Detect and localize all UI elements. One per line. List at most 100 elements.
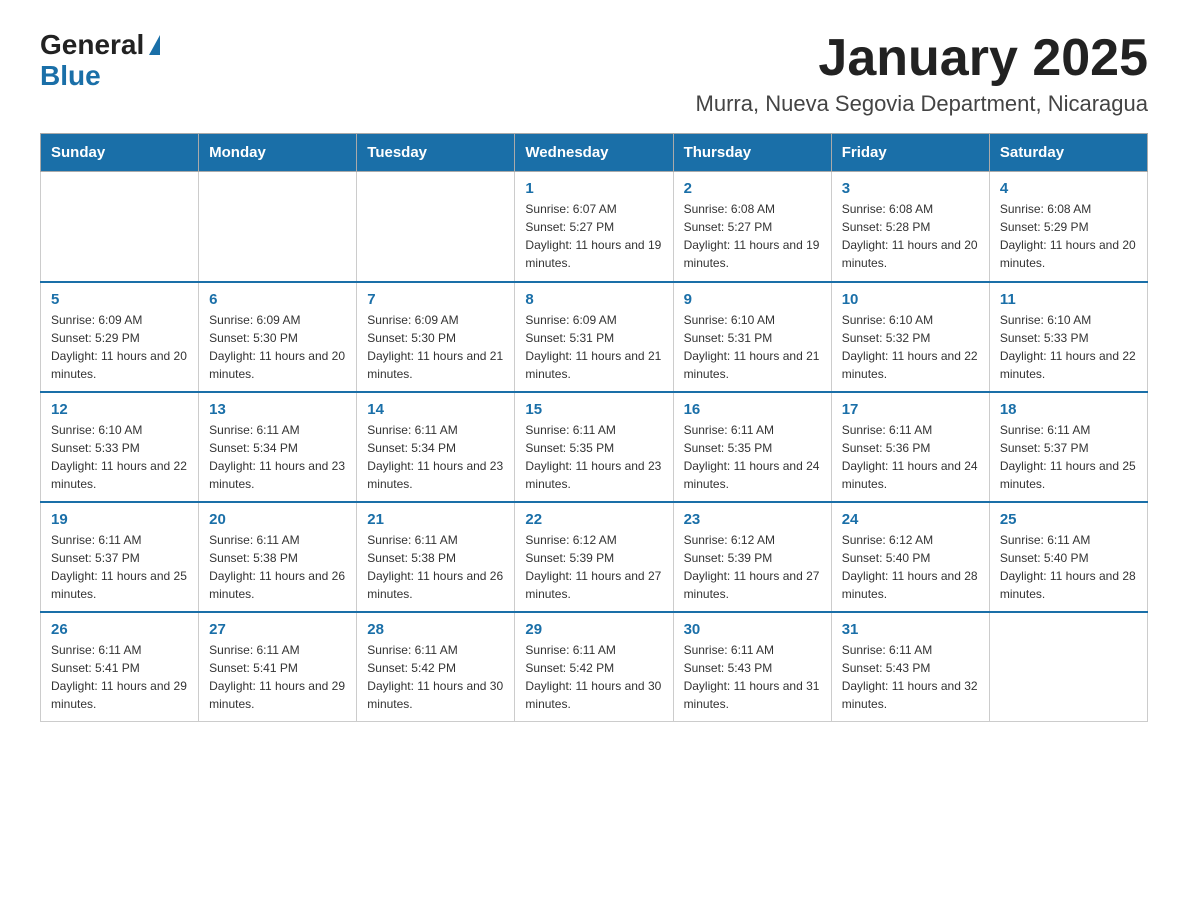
day-info: Sunrise: 6:10 AM Sunset: 5:33 PM Dayligh… [1000, 311, 1137, 383]
calendar-cell: 22 Sunrise: 6:12 AM Sunset: 5:39 PM Dayli… [515, 502, 673, 612]
day-info: Sunrise: 6:11 AM Sunset: 5:43 PM Dayligh… [684, 641, 821, 713]
day-info: Sunrise: 6:11 AM Sunset: 5:34 PM Dayligh… [367, 421, 504, 493]
calendar-week-row: 26Sunrise: 6:11 AM Sunset: 5:41 PM Dayli… [41, 612, 1148, 722]
logo-blue-text: Blue [40, 60, 101, 91]
calendar-cell: 2Sunrise: 6:08 AM Sunset: 5:27 PM Daylig… [673, 172, 831, 282]
day-number: 1 [525, 180, 662, 197]
day-number: 7 [367, 291, 504, 308]
calendar-cell: 1 Sunrise: 6:07 AM Sunset: 5:27 PM Daylig… [515, 172, 673, 282]
calendar-cell: 11 Sunrise: 6:10 AM Sunset: 5:33 PM Dayli… [989, 282, 1147, 392]
day-number: 18 [1000, 401, 1137, 418]
day-number: 30 [684, 621, 821, 638]
day-info: Sunrise: 6:11 AM Sunset: 5:37 PM Dayligh… [51, 531, 188, 603]
calendar-header: SundayMondayTuesdayWednesdayThursdayFrid… [41, 134, 1148, 172]
calendar-cell: 19 Sunrise: 6:11 AM Sunset: 5:37 PM Dayli… [41, 502, 199, 612]
day-info: Sunrise: 6:08 AM Sunset: 5:29 PM Dayligh… [1000, 200, 1137, 272]
calendar-cell: 15Sunrise: 6:11 AM Sunset: 5:35 PM Dayli… [515, 392, 673, 502]
calendar-cell [357, 172, 515, 282]
calendar-cell: 21 Sunrise: 6:11 AM Sunset: 5:38 PM Dayli… [357, 502, 515, 612]
weekday-header-sunday: Sunday [41, 134, 199, 172]
weekday-header-tuesday: Tuesday [357, 134, 515, 172]
day-number: 31 [842, 621, 979, 638]
weekday-header-friday: Friday [831, 134, 989, 172]
day-info: Sunrise: 6:11 AM Sunset: 5:34 PM Dayligh… [209, 421, 346, 493]
day-number: 8 [525, 291, 662, 308]
calendar-cell: 20 Sunrise: 6:11 AM Sunset: 5:38 PM Dayli… [199, 502, 357, 612]
calendar-cell: 4 Sunrise: 6:08 AM Sunset: 5:29 PM Daylig… [989, 172, 1147, 282]
calendar-cell: 29 Sunrise: 6:11 AM Sunset: 5:42 PM Dayli… [515, 612, 673, 722]
day-number: 9 [684, 291, 821, 308]
day-number: 13 [209, 401, 346, 418]
day-number: 14 [367, 401, 504, 418]
calendar-cell: 6 Sunrise: 6:09 AM Sunset: 5:30 PM Daylig… [199, 282, 357, 392]
day-info: Sunrise: 6:11 AM Sunset: 5:38 PM Dayligh… [367, 531, 504, 603]
day-number: 15 [525, 401, 662, 418]
day-number: 10 [842, 291, 979, 308]
day-number: 27 [209, 621, 346, 638]
day-info: Sunrise: 6:09 AM Sunset: 5:29 PM Dayligh… [51, 311, 188, 383]
calendar-week-row: 5 Sunrise: 6:09 AM Sunset: 5:29 PM Daylig… [41, 282, 1148, 392]
day-info: Sunrise: 6:11 AM Sunset: 5:37 PM Dayligh… [1000, 421, 1137, 493]
day-info: Sunrise: 6:11 AM Sunset: 5:42 PM Dayligh… [525, 641, 662, 713]
calendar-cell: 23Sunrise: 6:12 AM Sunset: 5:39 PM Dayli… [673, 502, 831, 612]
day-info: Sunrise: 6:11 AM Sunset: 5:41 PM Dayligh… [51, 641, 188, 713]
calendar-cell: 9Sunrise: 6:10 AM Sunset: 5:31 PM Daylig… [673, 282, 831, 392]
day-info: Sunrise: 6:09 AM Sunset: 5:31 PM Dayligh… [525, 311, 662, 383]
day-info: Sunrise: 6:11 AM Sunset: 5:42 PM Dayligh… [367, 641, 504, 713]
day-number: 24 [842, 511, 979, 528]
calendar-cell [41, 172, 199, 282]
location-subtitle: Murra, Nueva Segovia Department, Nicarag… [696, 91, 1148, 117]
calendar-week-row: 19 Sunrise: 6:11 AM Sunset: 5:37 PM Dayli… [41, 502, 1148, 612]
day-info: Sunrise: 6:11 AM Sunset: 5:38 PM Dayligh… [209, 531, 346, 603]
calendar-cell: 12Sunrise: 6:10 AM Sunset: 5:33 PM Dayli… [41, 392, 199, 502]
day-number: 19 [51, 511, 188, 528]
calendar-cell: 17 Sunrise: 6:11 AM Sunset: 5:36 PM Dayli… [831, 392, 989, 502]
calendar-cell: 18 Sunrise: 6:11 AM Sunset: 5:37 PM Dayli… [989, 392, 1147, 502]
day-info: Sunrise: 6:08 AM Sunset: 5:27 PM Dayligh… [684, 200, 821, 272]
day-number: 22 [525, 511, 662, 528]
month-title: January 2025 [696, 30, 1148, 87]
day-number: 3 [842, 180, 979, 197]
calendar-cell: 10Sunrise: 6:10 AM Sunset: 5:32 PM Dayli… [831, 282, 989, 392]
calendar-cell: 27 Sunrise: 6:11 AM Sunset: 5:41 PM Dayli… [199, 612, 357, 722]
calendar-week-row: 1 Sunrise: 6:07 AM Sunset: 5:27 PM Daylig… [41, 172, 1148, 282]
day-info: Sunrise: 6:07 AM Sunset: 5:27 PM Dayligh… [525, 200, 662, 272]
day-info: Sunrise: 6:11 AM Sunset: 5:40 PM Dayligh… [1000, 531, 1137, 603]
day-info: Sunrise: 6:12 AM Sunset: 5:40 PM Dayligh… [842, 531, 979, 603]
day-number: 21 [367, 511, 504, 528]
calendar-body: 1 Sunrise: 6:07 AM Sunset: 5:27 PM Daylig… [41, 172, 1148, 722]
day-info: Sunrise: 6:11 AM Sunset: 5:36 PM Dayligh… [842, 421, 979, 493]
logo-general-text: General [40, 30, 144, 61]
day-info: Sunrise: 6:11 AM Sunset: 5:43 PM Dayligh… [842, 641, 979, 713]
day-info: Sunrise: 6:11 AM Sunset: 5:41 PM Dayligh… [209, 641, 346, 713]
calendar-cell [989, 612, 1147, 722]
weekday-header-row: SundayMondayTuesdayWednesdayThursdayFrid… [41, 134, 1148, 172]
day-number: 28 [367, 621, 504, 638]
logo: General Blue [40, 30, 160, 92]
day-number: 11 [1000, 291, 1137, 308]
calendar-cell: 28 Sunrise: 6:11 AM Sunset: 5:42 PM Dayli… [357, 612, 515, 722]
day-number: 12 [51, 401, 188, 418]
day-number: 16 [684, 401, 821, 418]
day-number: 4 [1000, 180, 1137, 197]
day-number: 17 [842, 401, 979, 418]
day-info: Sunrise: 6:12 AM Sunset: 5:39 PM Dayligh… [525, 531, 662, 603]
day-number: 5 [51, 291, 188, 308]
calendar-table: SundayMondayTuesdayWednesdayThursdayFrid… [40, 133, 1148, 722]
weekday-header-saturday: Saturday [989, 134, 1147, 172]
calendar-cell: 30 Sunrise: 6:11 AM Sunset: 5:43 PM Dayli… [673, 612, 831, 722]
day-number: 20 [209, 511, 346, 528]
title-block: January 2025 Murra, Nueva Segovia Depart… [696, 30, 1148, 117]
calendar-week-row: 12Sunrise: 6:10 AM Sunset: 5:33 PM Dayli… [41, 392, 1148, 502]
day-info: Sunrise: 6:12 AM Sunset: 5:39 PM Dayligh… [684, 531, 821, 603]
day-info: Sunrise: 6:09 AM Sunset: 5:30 PM Dayligh… [367, 311, 504, 383]
calendar-cell: 16Sunrise: 6:11 AM Sunset: 5:35 PM Dayli… [673, 392, 831, 502]
day-info: Sunrise: 6:09 AM Sunset: 5:30 PM Dayligh… [209, 311, 346, 383]
day-number: 29 [525, 621, 662, 638]
day-number: 6 [209, 291, 346, 308]
day-number: 25 [1000, 511, 1137, 528]
weekday-header-monday: Monday [199, 134, 357, 172]
calendar-cell: 8 Sunrise: 6:09 AM Sunset: 5:31 PM Daylig… [515, 282, 673, 392]
calendar-cell: 14 Sunrise: 6:11 AM Sunset: 5:34 PM Dayli… [357, 392, 515, 502]
day-info: Sunrise: 6:08 AM Sunset: 5:28 PM Dayligh… [842, 200, 979, 272]
